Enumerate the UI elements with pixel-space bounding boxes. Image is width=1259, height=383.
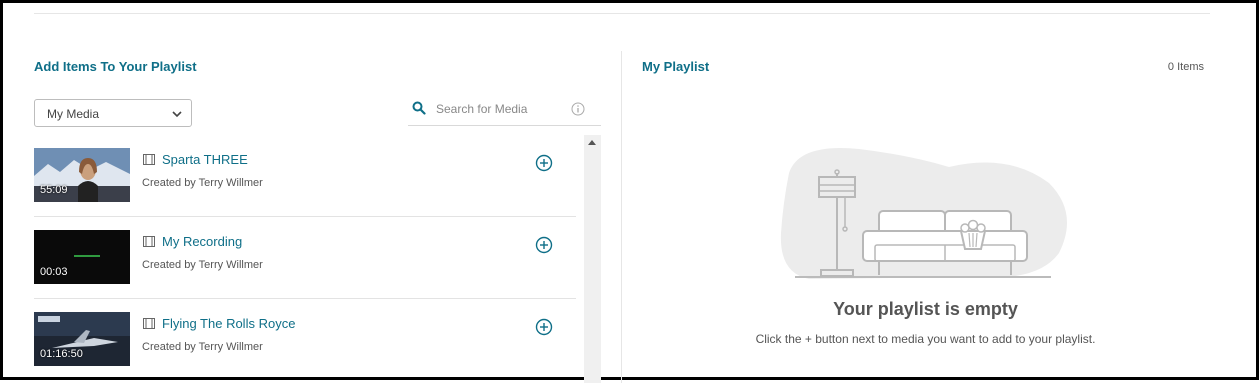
search-input[interactable] <box>436 100 566 118</box>
empty-playlist-illustration <box>780 148 1067 279</box>
film-icon <box>143 318 155 329</box>
add-items-heading: Add Items To Your Playlist <box>34 59 197 74</box>
list-item[interactable]: 00:03 My Recording Created by Terry Will… <box>34 217 576 299</box>
duration-label: 00:03 <box>40 266 68 278</box>
empty-playlist-title: Your playlist is empty <box>833 299 1018 319</box>
chevron-down-icon <box>172 111 182 118</box>
media-search <box>408 95 601 126</box>
scroll-up-arrow[interactable] <box>588 140 596 145</box>
top-divider <box>34 13 1210 14</box>
media-creator: Created by Terry Willmer <box>142 177 263 189</box>
duration-label: 55:09 <box>40 184 68 196</box>
info-icon[interactable] <box>571 102 585 116</box>
media-thumbnail[interactable]: 00:03 <box>34 230 130 284</box>
media-thumbnail[interactable]: 01:16:50 <box>34 312 130 366</box>
playlist-heading: My Playlist <box>642 59 710 74</box>
media-title[interactable]: My Recording <box>162 234 242 249</box>
add-circle-icon[interactable] <box>535 154 553 172</box>
media-title[interactable]: Sparta THREE <box>162 152 248 167</box>
add-circle-icon[interactable] <box>535 236 553 254</box>
search-icon[interactable] <box>412 101 426 115</box>
media-creator: Created by Terry Willmer <box>142 259 263 271</box>
media-creator: Created by Terry Willmer <box>142 341 263 353</box>
empty-playlist-message: Click the + button next to media you wan… <box>755 332 1096 346</box>
media-list: 55:09 Sparta THREE Created by Terry Will… <box>34 135 576 383</box>
list-scrollbar[interactable] <box>584 135 601 383</box>
app-window: Add Items To Your Playlist My Media 55:0… <box>0 0 1259 383</box>
add-circle-icon[interactable] <box>535 318 553 336</box>
panel-divider <box>621 51 622 383</box>
film-icon <box>143 154 155 165</box>
duration-label: 01:16:50 <box>40 348 83 360</box>
playlist-item-count: 0 Items <box>1167 61 1204 73</box>
media-thumbnail[interactable]: 55:09 <box>34 148 130 202</box>
media-title[interactable]: Flying The Rolls Royce <box>162 316 295 331</box>
list-item[interactable]: 01:16:50 Flying The Rolls Royce Created … <box>34 299 576 381</box>
media-source-value: My Media <box>47 107 100 121</box>
list-item[interactable]: 55:09 Sparta THREE Created by Terry Will… <box>34 135 576 217</box>
film-icon <box>143 236 155 247</box>
media-source-select[interactable]: My Media <box>34 99 192 127</box>
